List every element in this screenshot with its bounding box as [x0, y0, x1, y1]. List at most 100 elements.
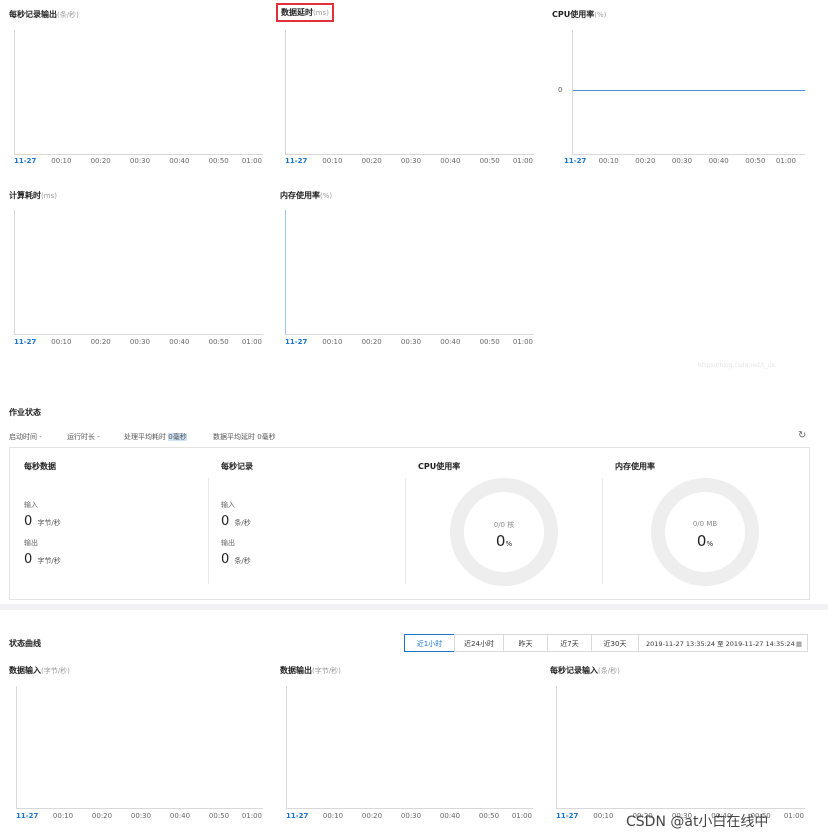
chart-data-latency-xaxis: 11-27 00:10 00:20 00:30 00:40 00:50 01:00: [285, 157, 533, 167]
cpu-series-line: [573, 90, 805, 91]
x-tick-label: 00:50: [478, 812, 500, 820]
x-tick-label: 00:20: [90, 157, 111, 165]
chart-title-records-in: 每秒记录输入(条/秒): [550, 666, 620, 675]
chart-records-out: [14, 30, 263, 155]
x-tick-label: 00:40: [708, 157, 729, 165]
per-second-records-in-label: 输入: [221, 501, 235, 509]
tab-last-7-days[interactable]: 近7天: [547, 634, 592, 652]
x-tick-label: 00:40: [169, 812, 191, 820]
chart-compute-time-xaxis: 11-27 00:10 00:20 00:30 00:40 00:50 01:00: [14, 338, 262, 348]
chart-data-latency: [285, 30, 534, 155]
memory-usage-ring: 0/0 MB 0%: [651, 478, 759, 586]
per-second-data-title: 每秒数据: [24, 462, 56, 471]
chart-compute-time: [14, 210, 263, 335]
x-tick-label: 01:00: [512, 338, 533, 346]
x-tick-label: 00:10: [51, 157, 72, 165]
memory-usage-caption: 0/0 MB: [692, 520, 718, 528]
tab-last-1-hour[interactable]: 近1小时: [404, 634, 455, 652]
per-second-records-out-label: 输出: [221, 539, 235, 547]
status-curves-title: 状态曲线: [9, 639, 41, 648]
x-tick-label: 00:50: [208, 157, 229, 165]
x-tick-label: 00:20: [361, 812, 383, 820]
chart-data-out: [286, 686, 533, 809]
x-tick-label: 00:10: [598, 157, 619, 165]
avg-latency: 数据平均延时 0毫秒: [213, 433, 276, 441]
x-tick-label: 00:10: [322, 157, 343, 165]
x-tick-label: 00:20: [361, 338, 382, 346]
x-tick-label: 00:50: [479, 338, 500, 346]
tab-last-24-hours[interactable]: 近24小时: [454, 634, 504, 652]
x-tick-label: 00:30: [400, 157, 422, 165]
x-tick-label: 00:40: [440, 157, 461, 165]
chart-title-data-latency: 数据延时(ms): [276, 3, 334, 22]
x-tick-label: 11-27: [16, 812, 39, 820]
x-tick-label: 00:30: [129, 338, 151, 346]
x-tick-label: 00:30: [400, 338, 422, 346]
x-tick-label: 00:30: [671, 157, 693, 165]
section-separator: [0, 604, 828, 610]
chart-data-in: [16, 686, 263, 809]
memory-usage-title: 内存使用率: [615, 462, 655, 471]
chart-title-cpu: CPU使用率(%): [552, 10, 607, 19]
x-tick-label: 00:50: [208, 338, 229, 346]
chart-title-memory: 内存使用率(%): [280, 191, 333, 200]
chart-title-data-in: 数据输入(字节/秒): [9, 666, 70, 675]
x-tick-label: 11-27: [285, 338, 308, 346]
x-tick-label: 11-27: [285, 157, 308, 165]
x-tick-label: 00:20: [90, 338, 111, 346]
csdn-watermark: CSDN @at小白在线中: [626, 814, 769, 830]
chart-title-data-out: 数据输出(字节/秒): [280, 666, 341, 675]
cpu-usage-title: CPU使用率: [418, 462, 461, 471]
x-tick-label: 01:00: [512, 157, 533, 165]
x-tick-label: 01:00: [783, 812, 804, 820]
divider: [405, 478, 406, 584]
x-tick-label: 01:00: [241, 812, 262, 820]
chart-title-records-out: 每秒记录输出(条/秒): [9, 10, 79, 19]
per-second-records-in: 0 条/秒: [221, 514, 251, 529]
chart-cpu: [572, 30, 805, 155]
x-tick-label: 00:20: [361, 157, 382, 165]
x-tick-label: 11-27: [564, 157, 587, 165]
x-tick-label: 11-27: [556, 812, 579, 820]
per-second-data-out-label: 输出: [24, 539, 38, 547]
x-tick-label: 00:10: [51, 338, 72, 346]
divider: [208, 478, 209, 584]
chart-data-in-xaxis: 11-27 00:10 00:20 00:30 00:40 00:50 01:00: [16, 812, 262, 822]
per-second-data-in: 0 字节/秒: [24, 514, 61, 529]
x-tick-label: 00:50: [745, 157, 766, 165]
x-tick-label: 01:00: [775, 157, 796, 165]
faint-url-text: https://blog.csdn.net/t_ux: [698, 362, 775, 369]
x-tick-label: 01:00: [511, 812, 532, 820]
refresh-icon[interactable]: ↻: [798, 430, 806, 441]
avg-process-value: 0毫秒: [168, 433, 187, 441]
per-second-data-out: 0 字节/秒: [24, 552, 61, 567]
x-tick-label: 00:40: [439, 812, 461, 820]
x-tick-label: 00:40: [440, 338, 461, 346]
date-range-picker[interactable]: 2019-11-27 13:35:24 至 2019-11-27 14:35:2…: [638, 634, 808, 652]
cpu-y-label: 0: [558, 86, 563, 94]
x-tick-label: 00:40: [169, 157, 190, 165]
chart-cpu-xaxis: 11-27 00:10 00:20 00:30 00:40 00:50 01:00: [564, 157, 796, 167]
per-second-data-in-label: 输入: [24, 501, 38, 509]
x-tick-label: 00:50: [208, 812, 230, 820]
per-second-records-out: 0 条/秒: [221, 552, 251, 567]
x-tick-label: 00:10: [593, 812, 614, 820]
tab-yesterday[interactable]: 昨天: [503, 634, 548, 652]
x-tick-label: 00:50: [479, 157, 500, 165]
x-tick-label: 00:10: [52, 812, 74, 820]
x-tick-label: 00:30: [129, 157, 151, 165]
chart-records-out-xaxis: 11-27 00:10 00:20 00:30 00:40 00:50 01:00: [14, 157, 262, 167]
x-tick-label: 00:10: [322, 338, 343, 346]
per-second-records-title: 每秒记录: [221, 462, 253, 471]
x-tick-label: 00:20: [91, 812, 113, 820]
x-tick-label: 00:30: [130, 812, 152, 820]
x-tick-label: 00:40: [169, 338, 190, 346]
tab-last-30-days[interactable]: 近30天: [591, 634, 639, 652]
run-duration: 运行时长 -: [67, 433, 100, 441]
cpu-usage-value: 0%: [495, 532, 513, 550]
job-status-title: 作业状态: [9, 408, 41, 417]
chart-records-in: [556, 686, 805, 809]
x-tick-label: 11-27: [14, 338, 37, 346]
x-tick-label: 01:00: [241, 338, 262, 346]
cpu-usage-ring: 0/0 核 0%: [450, 478, 558, 586]
